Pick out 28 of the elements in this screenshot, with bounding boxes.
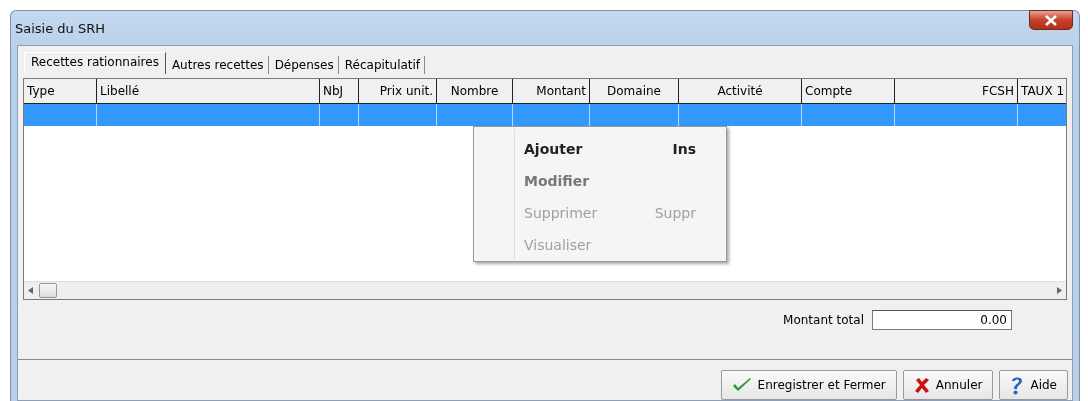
checkmark-icon (731, 377, 752, 393)
column-header[interactable]: NbJ (320, 79, 359, 104)
total-label: Montant total (783, 313, 864, 327)
column-header[interactable]: TAUX 1 (1018, 79, 1066, 104)
dialog-button[interactable]: Annuler (902, 370, 994, 400)
cross-icon (913, 377, 930, 393)
column-header[interactable]: Nombre (437, 79, 513, 104)
column-header[interactable]: Compte (802, 79, 895, 104)
column-header[interactable]: Libellé (97, 79, 320, 104)
menu-item[interactable]: Ajouter Ins (474, 133, 726, 165)
close-icon (1045, 14, 1057, 26)
tab[interactable]: Recettes rationnaires (24, 52, 166, 74)
dialog-button[interactable]: Enregistrer et Fermer (720, 370, 897, 400)
scroll-right-icon[interactable] (1057, 287, 1062, 294)
scrollbar-thumb[interactable] (39, 283, 57, 298)
close-button[interactable] (1029, 10, 1073, 30)
column-header[interactable]: Montant (513, 79, 590, 104)
dialog-button[interactable]: Aide (999, 370, 1068, 400)
question-mark-icon (1010, 375, 1025, 395)
column-header[interactable]: FCSH (895, 79, 1018, 104)
total-field[interactable]: 0.00 (872, 310, 1012, 330)
horizontal-scrollbar[interactable] (24, 281, 1066, 299)
column-header[interactable]: Prix unit. (359, 79, 437, 104)
column-header[interactable]: Activité (679, 79, 802, 104)
column-header[interactable]: Type (24, 79, 97, 104)
window-title: Saisie du SRH (15, 20, 106, 36)
column-header[interactable]: Domaine (590, 79, 679, 104)
scroll-left-icon[interactable] (28, 287, 33, 294)
